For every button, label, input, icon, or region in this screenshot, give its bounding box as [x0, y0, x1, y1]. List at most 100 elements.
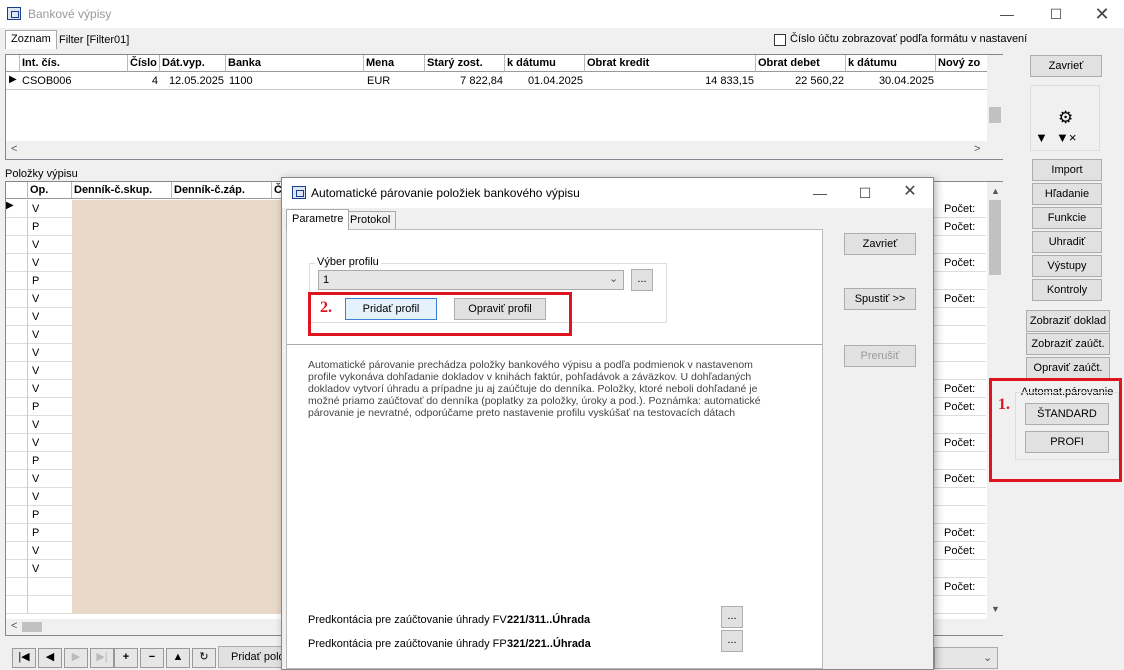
col-obrat-debet[interactable]: Obrat debet — [756, 55, 846, 72]
row-selector[interactable] — [6, 326, 28, 344]
tab-protokol[interactable]: Protokol — [344, 211, 397, 229]
col-novy-zost[interactable]: Nový zo — [936, 55, 988, 72]
col-stary-zost[interactable]: Starý zost. — [425, 55, 505, 72]
row-selector[interactable] — [6, 380, 28, 398]
top-grid-vscrollbar[interactable] — [987, 55, 1003, 141]
next-record-icon[interactable]: ▶ — [64, 648, 88, 668]
col-obrat-kredit[interactable]: Obrat kredit — [585, 55, 756, 72]
show-document-button[interactable]: Zobraziť doklad — [1026, 310, 1110, 332]
row-selector[interactable] — [6, 308, 28, 326]
row-selector[interactable] — [6, 344, 28, 362]
scroll-right-icon[interactable]: > — [974, 143, 980, 155]
row-selector[interactable] — [6, 272, 28, 290]
maximize-icon[interactable]: ☐ — [1041, 4, 1071, 24]
clear-filter-icon[interactable]: ▼× — [1056, 130, 1076, 145]
minimize-icon[interactable]: — — [992, 4, 1022, 24]
row-selector[interactable] — [6, 434, 28, 452]
account-format-checkbox[interactable] — [774, 34, 786, 46]
first-record-icon[interactable]: |◀ — [12, 648, 36, 668]
close-icon[interactable]: ✕ — [1087, 4, 1117, 24]
cell-op: V — [32, 383, 40, 395]
vscroll-thumb[interactable] — [989, 107, 1001, 123]
col-mena[interactable]: Mena — [364, 55, 425, 72]
col-op[interactable]: Op. — [28, 182, 72, 199]
scroll-down-icon[interactable]: ▼ — [991, 604, 1000, 614]
cell-op: V — [32, 473, 40, 485]
cell-op: V — [32, 347, 40, 359]
col-dennik-zap[interactable]: Denník-č.záp. — [172, 182, 272, 199]
refresh-icon[interactable]: ↻ — [192, 648, 216, 668]
row-selector[interactable] — [6, 542, 28, 560]
statements-grid[interactable]: Int. čís. Číslo Dát.vyp. Banka Mena Star… — [5, 54, 1003, 160]
col-banka[interactable]: Banka — [226, 55, 364, 72]
col-int-cis[interactable]: Int. čís. — [20, 55, 128, 72]
profile-select[interactable]: 1 ⌄ — [318, 270, 624, 290]
scroll-left-icon[interactable]: < — [11, 143, 17, 155]
items-vscroll-thumb[interactable] — [989, 200, 1001, 275]
bottom-dropdown[interactable]: ⌄ — [934, 647, 998, 669]
checks-button[interactable]: Kontroly — [1032, 279, 1102, 301]
col-cislo[interactable]: Číslo — [128, 55, 160, 72]
row-selector[interactable] — [6, 524, 28, 542]
stop-button[interactable]: Prerušiť — [844, 345, 916, 367]
up-record-icon[interactable]: ▲ — [166, 648, 190, 668]
scroll-up-icon[interactable]: ▲ — [991, 186, 1000, 196]
row-selector[interactable] — [6, 488, 28, 506]
items-section-title: Položky výpisu — [5, 168, 78, 180]
row-selector[interactable] — [6, 506, 28, 524]
row-selector[interactable] — [6, 560, 28, 578]
account-format-label: Číslo účtu zobrazovať podľa formátu v na… — [790, 33, 1028, 45]
items-hscroll-thumb[interactable] — [22, 622, 42, 632]
row-selector[interactable] — [6, 236, 28, 254]
dialog-maximize-icon[interactable]: ☐ — [850, 183, 880, 203]
row-selector[interactable] — [6, 578, 28, 596]
predkont-fv-browse-button[interactable]: ... — [721, 606, 743, 628]
col-k-datumu[interactable]: k dátumu — [505, 55, 585, 72]
filter-icon[interactable]: ▼ — [1035, 130, 1048, 145]
last-record-icon[interactable]: ▶| — [90, 648, 114, 668]
search-button[interactable]: Hľadanie — [1032, 183, 1102, 205]
delete-record-icon[interactable]: − — [140, 648, 164, 668]
profile-browse-button[interactable]: ... — [631, 269, 653, 291]
outputs-button[interactable]: Výstupy — [1032, 255, 1102, 277]
col-k-datumu-2[interactable]: k dátumu — [846, 55, 936, 72]
show-posting-button[interactable]: Zobraziť zaúčt. — [1026, 333, 1110, 355]
dialog-close-icon[interactable]: ✕ — [895, 182, 925, 202]
add-record-icon[interactable]: + — [114, 648, 138, 668]
row-selector[interactable] — [6, 452, 28, 470]
row-selector[interactable] — [6, 398, 28, 416]
prev-record-icon[interactable]: ◀ — [38, 648, 62, 668]
tab-parametre[interactable]: Parametre — [286, 209, 350, 230]
row-selector[interactable] — [6, 362, 28, 380]
import-button[interactable]: Import — [1032, 159, 1102, 181]
row-selector[interactable] — [6, 470, 28, 488]
close-button[interactable]: Zavrieť — [1030, 55, 1102, 77]
functions-button[interactable]: Funkcie — [1032, 207, 1102, 229]
row-selector[interactable]: ▶ — [6, 200, 28, 218]
top-grid-hscrollbar[interactable]: < > — [6, 141, 1003, 159]
add-item-button[interactable]: Pridať polo — [218, 646, 288, 668]
dennik-cell — [72, 452, 282, 470]
row-selector[interactable] — [6, 416, 28, 434]
row-selector[interactable] — [6, 596, 28, 614]
run-button[interactable]: Spustiť >> — [844, 288, 916, 310]
dialog-minimize-icon[interactable]: — — [805, 183, 835, 203]
annotation-2: 2. — [320, 299, 332, 316]
row-selector[interactable] — [6, 218, 28, 236]
cell-op: V — [32, 311, 40, 323]
edit-posting-button[interactable]: Opraviť zaúčt. — [1026, 357, 1110, 379]
col-dat-vyp[interactable]: Dát.vyp. — [160, 55, 226, 72]
items-scroll-left-icon[interactable]: < — [11, 620, 17, 632]
col-dennik-skup[interactable]: Denník-č.skup. — [72, 182, 172, 199]
tab-filter[interactable]: Filter [Filter01] — [54, 32, 134, 50]
gear-icon[interactable]: ⚙ — [1058, 108, 1073, 128]
tab-zoznam[interactable]: Zoznam — [5, 30, 57, 49]
cell-obrat-debet: 22 560,22 — [795, 75, 844, 87]
row-selector[interactable] — [6, 290, 28, 308]
predkont-fp-browse-button[interactable]: ... — [721, 630, 743, 652]
cell-dat-vyp: 12.05.2025 — [168, 75, 224, 87]
pay-button[interactable]: Uhradiť — [1032, 231, 1102, 253]
row-selector[interactable] — [6, 254, 28, 272]
table-row[interactable]: ▶ CSOB006 4 12.05.2025 1100 EUR 7 822,84… — [6, 73, 988, 90]
dialog-close-button[interactable]: Zavrieť — [844, 233, 916, 255]
